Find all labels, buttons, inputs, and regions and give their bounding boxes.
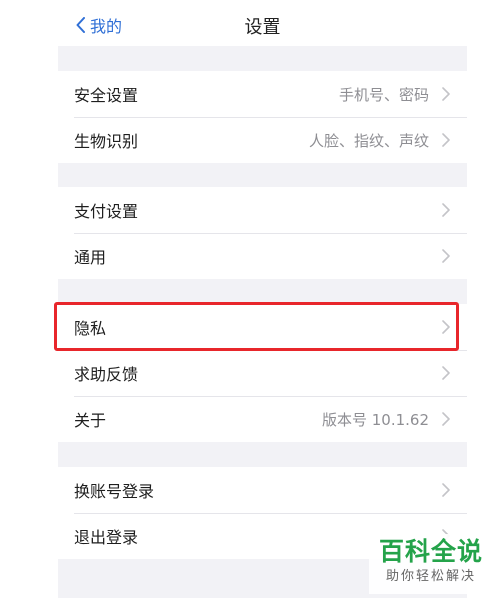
chevron-right-icon: [442, 133, 450, 147]
settings-item-label: 生物识别: [74, 132, 139, 151]
chevron-right-icon: [442, 366, 450, 380]
nav-bar: 我的 设置: [58, 0, 467, 46]
settings-item-label: 隐私: [74, 319, 107, 338]
settings-group-security: 安全设置 手机号、密码 生物识别 人脸、指纹、声纹: [58, 71, 467, 163]
settings-item-security[interactable]: 安全设置 手机号、密码: [58, 71, 467, 117]
page-title: 设置: [244, 17, 281, 38]
watermark-tagline: 助你轻松解决: [385, 569, 476, 584]
settings-item-label: 换账号登录: [74, 482, 155, 501]
settings-item-switch-account[interactable]: 换账号登录: [58, 467, 467, 513]
settings-item-feedback[interactable]: 求助反馈: [58, 350, 467, 396]
chevron-right-icon: [442, 320, 450, 334]
settings-item-general[interactable]: 通用: [58, 233, 467, 279]
chevron-right-icon: [442, 249, 450, 263]
settings-screen: 我的 设置 安全设置 手机号、密码 生物识别 人脸、指纹、声纹 支付设置 通用: [58, 0, 467, 598]
settings-item-privacy[interactable]: 隐私: [58, 304, 467, 350]
settings-item-payment[interactable]: 支付设置: [58, 187, 467, 233]
settings-item-label: 求助反馈: [74, 365, 139, 384]
settings-group-payment: 支付设置 通用: [58, 187, 467, 279]
chevron-right-icon: [442, 412, 450, 426]
settings-item-about[interactable]: 关于 版本号 10.1.62: [58, 396, 467, 442]
settings-item-biometrics[interactable]: 生物识别 人脸、指纹、声纹: [58, 117, 467, 163]
settings-item-label: 安全设置: [74, 86, 139, 105]
settings-item-value: 手机号、密码: [338, 85, 429, 104]
settings-item-label: 通用: [74, 248, 107, 267]
settings-item-value: 版本号 10.1.62: [321, 410, 429, 429]
settings-item-label: 支付设置: [74, 202, 139, 221]
settings-item-label: 退出登录: [74, 528, 139, 547]
chevron-right-icon: [442, 203, 450, 217]
watermark-logo: 百科全说: [378, 537, 483, 566]
settings-item-label: 关于: [74, 411, 107, 430]
chevron-right-icon: [442, 87, 450, 101]
watermark: 百科全说 助你轻松解决: [369, 534, 493, 594]
settings-item-value: 人脸、指纹、声纹: [308, 131, 429, 150]
settings-group-privacy: 隐私 求助反馈 关于 版本号 10.1.62: [58, 304, 467, 442]
chevron-right-icon: [442, 483, 450, 497]
